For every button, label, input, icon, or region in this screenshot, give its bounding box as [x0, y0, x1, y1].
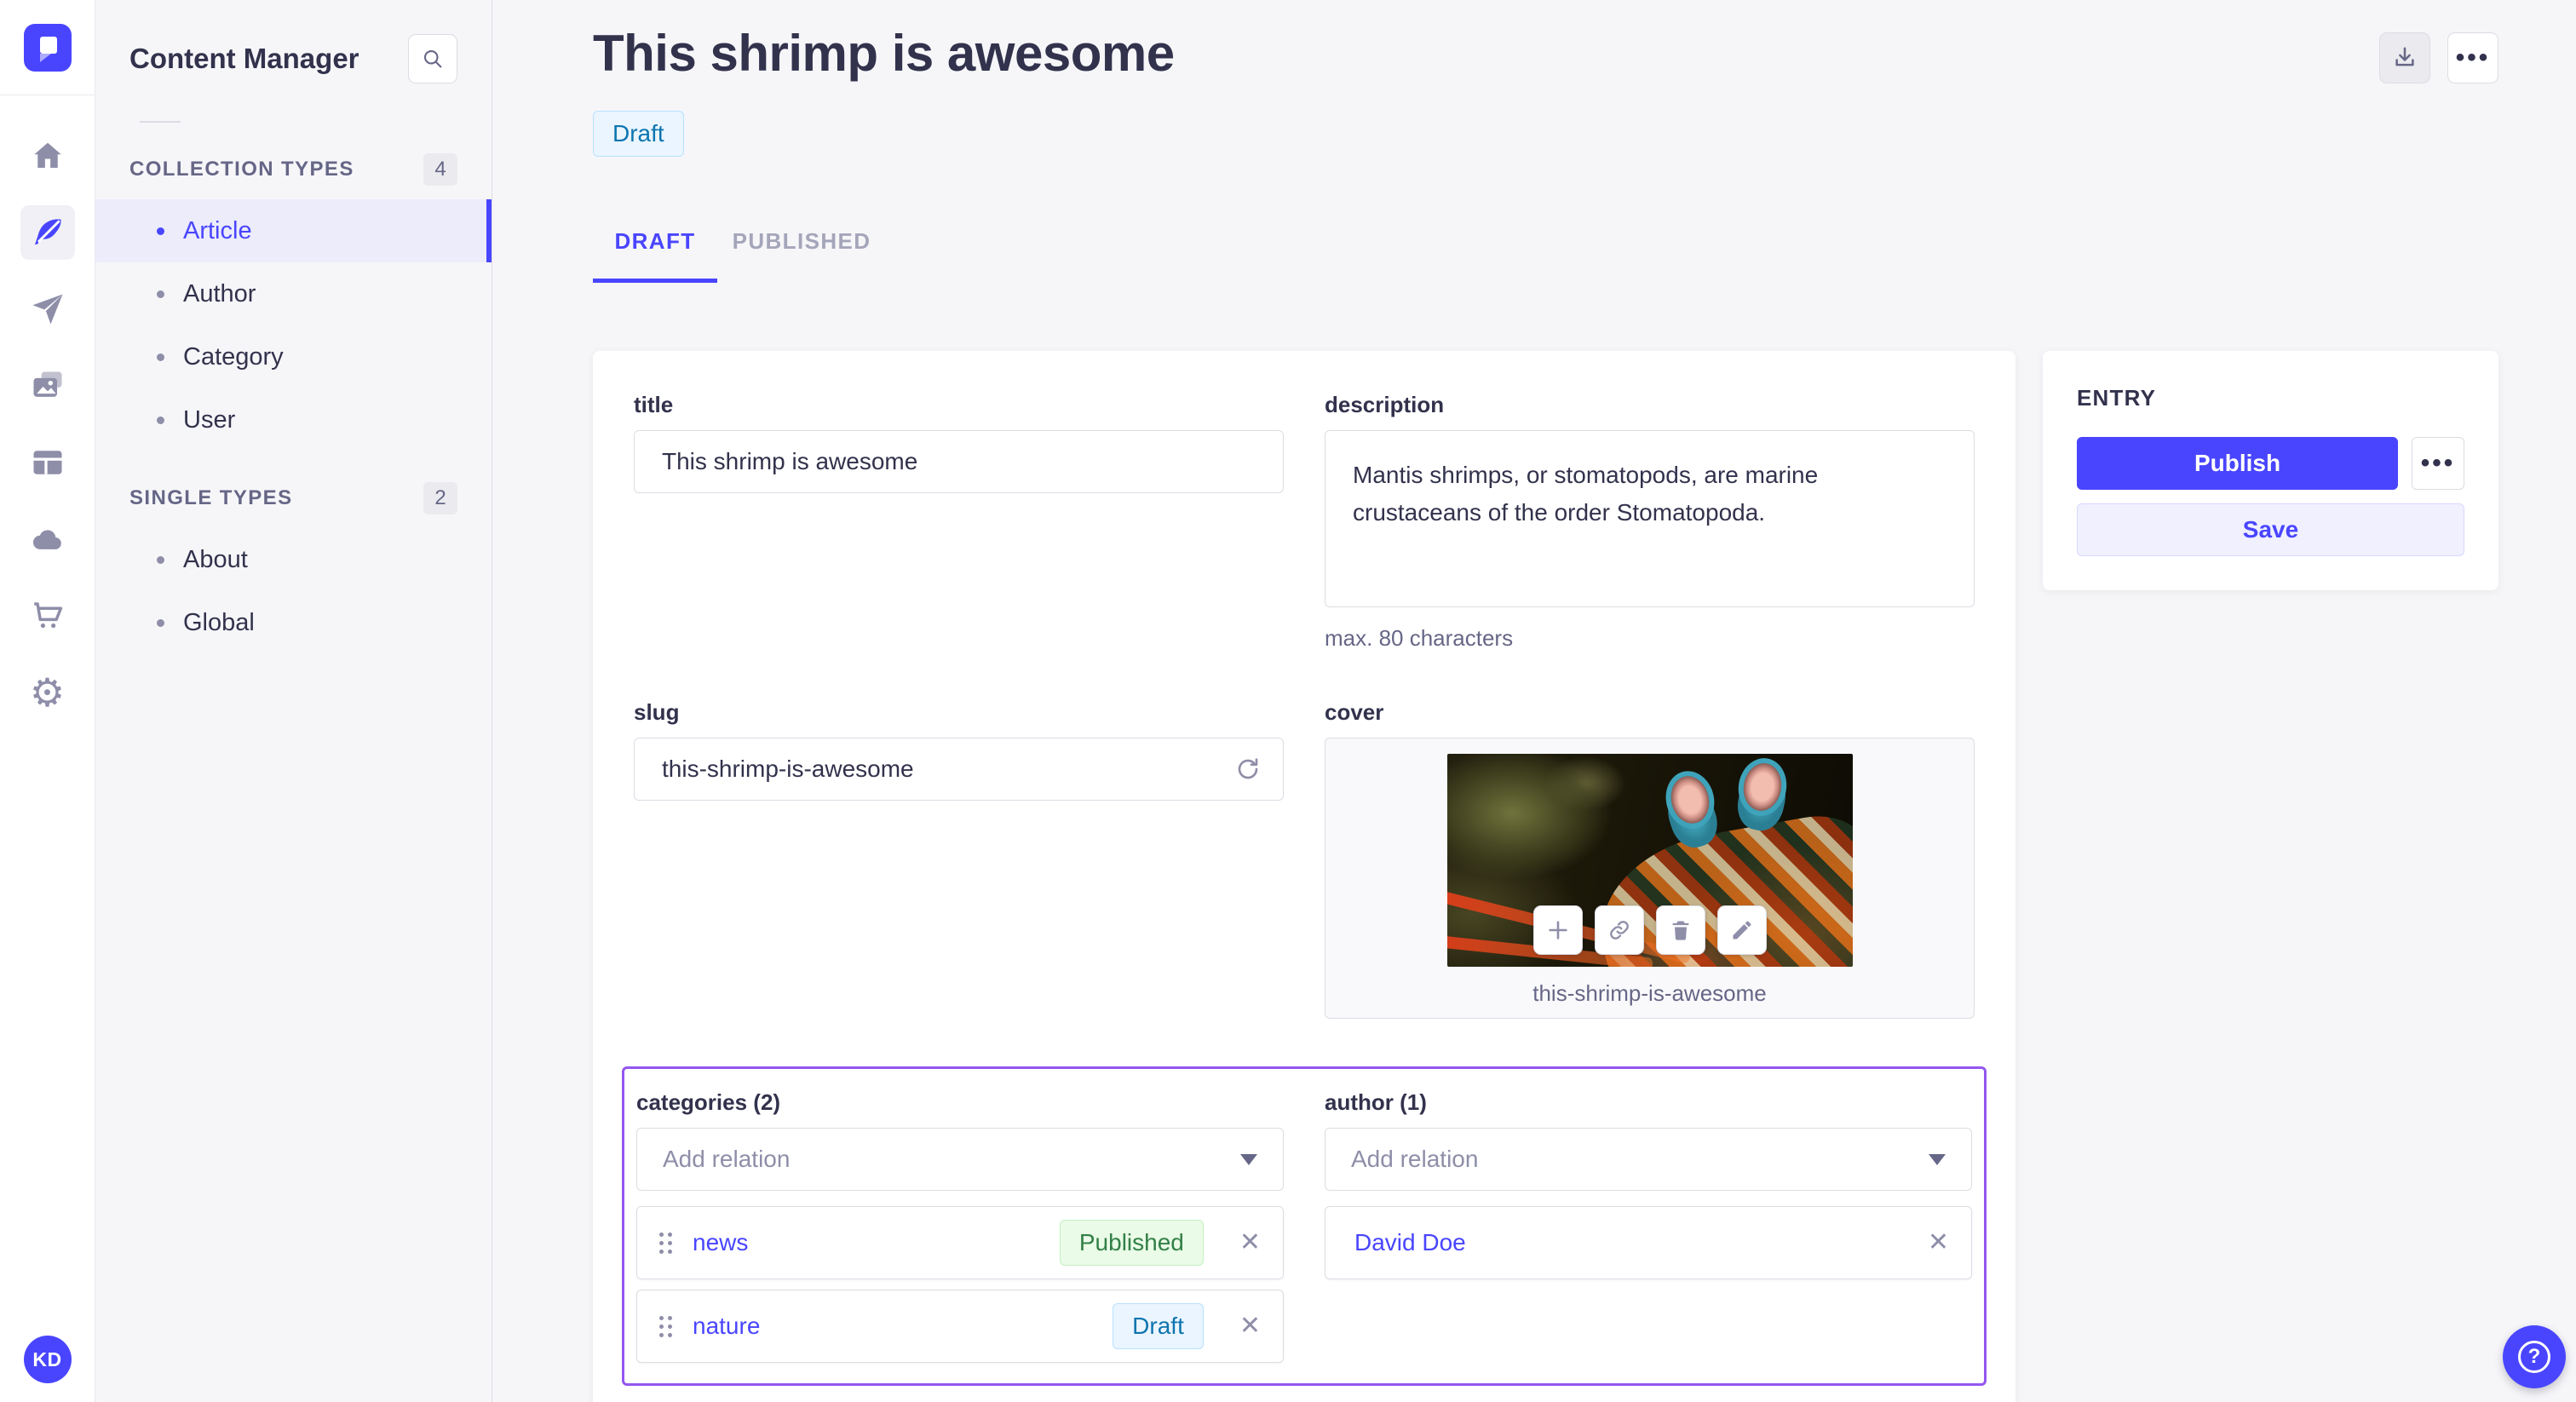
settings-gear-icon[interactable]: ⚙ [20, 665, 75, 720]
chevron-down-icon [1240, 1153, 1257, 1165]
sidebar-item-category[interactable]: Category [95, 325, 492, 388]
nav-rail: ⚙ KD [0, 0, 95, 1402]
slug-input[interactable] [634, 738, 1284, 801]
single-types-count: 2 [423, 482, 457, 514]
help-button[interactable]: ? [2503, 1325, 2566, 1388]
publish-button[interactable]: Publish [2077, 437, 2398, 490]
drag-handle-icon[interactable] [659, 1232, 672, 1254]
author-add-relation-combobox[interactable]: Add relation [1325, 1128, 1972, 1191]
regenerate-slug-icon[interactable] [1234, 756, 1262, 783]
relation-status-badge: Published [1059, 1220, 1204, 1266]
sidebar-divider [140, 121, 181, 123]
add-asset-button[interactable] [1532, 905, 1583, 955]
remove-relation-icon[interactable]: ✕ [1928, 1230, 1949, 1255]
author-label: author (1) [1325, 1089, 1427, 1115]
trash-icon [1672, 921, 1688, 940]
media-library-icon[interactable] [20, 359, 75, 413]
title-input[interactable] [634, 430, 1284, 493]
categories-label: categories (2) [636, 1089, 781, 1115]
field-slug: slug [634, 699, 1284, 1019]
bullet-dot-icon [157, 555, 164, 564]
page-title: This shrimp is awesome [593, 25, 1175, 82]
relation-link[interactable]: news [693, 1229, 1039, 1256]
link-icon [1609, 921, 1629, 939]
description-label: description [1325, 392, 1445, 417]
search-icon [423, 49, 442, 68]
field-categories: categories (2) Add relation news Publish… [636, 1089, 1284, 1363]
relation-row-news: news Published ✕ [636, 1206, 1284, 1279]
relations-highlight-box: categories (2) Add relation news Publish… [622, 1066, 1987, 1386]
version-tabs: DRAFT PUBLISHED [593, 228, 2498, 283]
cover-filename: this-shrimp-is-awesome [1532, 980, 1767, 1006]
relation-status-badge: Draft [1113, 1303, 1204, 1349]
single-types-label: SINGLE TYPES [129, 486, 293, 509]
edit-asset-button[interactable] [1716, 905, 1767, 955]
tab-draft[interactable]: DRAFT [593, 228, 717, 283]
save-button[interactable]: Save [2077, 503, 2464, 556]
cloud-icon[interactable] [20, 512, 75, 566]
description-hint: max. 80 characters [1325, 625, 1514, 651]
entry-more-button[interactable]: ••• [2412, 437, 2464, 490]
tab-published[interactable]: PUBLISHED [729, 228, 874, 283]
bullet-dot-icon [157, 227, 164, 235]
content-manager-icon[interactable] [20, 205, 75, 260]
description-textarea[interactable]: Mantis shrimps, or stomatopods, are mari… [1325, 430, 1975, 607]
strapi-logo-icon [39, 37, 57, 62]
title-label: title [634, 392, 674, 417]
sidebar-item-about[interactable]: About [95, 528, 492, 591]
sidebar-item-user[interactable]: User [95, 388, 492, 451]
bullet-dot-icon [157, 618, 164, 627]
field-author: author (1) Add relation David Doe ✕ [1325, 1089, 1972, 1363]
edit-form-card: title description Mantis shrimps, or sto… [593, 351, 2015, 1402]
plus-icon [1548, 921, 1567, 939]
relation-link[interactable]: David Doe [1354, 1229, 1892, 1256]
sidebar-item-article[interactable]: Article [95, 199, 492, 262]
delete-asset-button[interactable] [1655, 905, 1705, 955]
relation-row-author: David Doe ✕ [1325, 1206, 1972, 1279]
bullet-dot-icon [157, 353, 164, 361]
marketplace-cart-icon[interactable] [20, 589, 75, 643]
main-content: This shrimp is awesome ••• Draft DRAFT P… [492, 0, 2576, 1402]
sidebar-title: Content Manager [129, 43, 359, 74]
sidebar-item-author[interactable]: Author [95, 262, 492, 325]
content-type-builder-icon[interactable] [20, 435, 75, 490]
export-download-button[interactable] [2379, 32, 2430, 83]
cover-card: this-shrimp-is-awesome [1325, 738, 1975, 1019]
download-icon [2395, 47, 2414, 66]
status-badge: Draft [593, 111, 684, 157]
field-description: description Mantis shrimps, or stomatopo… [1325, 392, 1975, 652]
collection-types-label: COLLECTION TYPES [129, 158, 354, 181]
entry-heading: ENTRY [2077, 385, 2157, 411]
cover-label: cover [1325, 699, 1384, 725]
avatar[interactable]: KD [23, 1336, 72, 1383]
categories-add-relation-combobox[interactable]: Add relation [636, 1128, 1284, 1191]
collection-types-count: 4 [423, 153, 457, 186]
cover-image [1446, 754, 1853, 967]
field-title: title [634, 392, 1284, 652]
home-icon[interactable] [20, 129, 75, 183]
search-button[interactable] [408, 34, 457, 83]
header-more-button[interactable]: ••• [2447, 32, 2498, 83]
drag-handle-icon[interactable] [659, 1315, 672, 1337]
sidebar-item-global[interactable]: Global [95, 591, 492, 654]
relation-row-nature: nature Draft ✕ [636, 1290, 1284, 1363]
strapi-logo[interactable] [23, 24, 72, 72]
entry-panel: ENTRY Publish ••• Save [2043, 351, 2498, 590]
content-manager-sidebar: Content Manager COLLECTION TYPES 4 Artic… [95, 0, 492, 1402]
releases-icon[interactable] [20, 282, 75, 336]
slug-label: slug [634, 699, 680, 725]
remove-relation-icon[interactable]: ✕ [1239, 1313, 1261, 1339]
copy-link-button[interactable] [1594, 905, 1644, 955]
relation-link[interactable]: nature [693, 1313, 1092, 1340]
remove-relation-icon[interactable]: ✕ [1239, 1230, 1261, 1255]
field-cover: cover this-shrimp-is-awesome [1325, 699, 1975, 1019]
chevron-down-icon [1929, 1153, 1946, 1165]
bullet-dot-icon [157, 290, 164, 298]
pencil-icon [1733, 921, 1751, 939]
question-mark-icon: ? [2518, 1341, 2550, 1373]
bullet-dot-icon [157, 416, 164, 424]
